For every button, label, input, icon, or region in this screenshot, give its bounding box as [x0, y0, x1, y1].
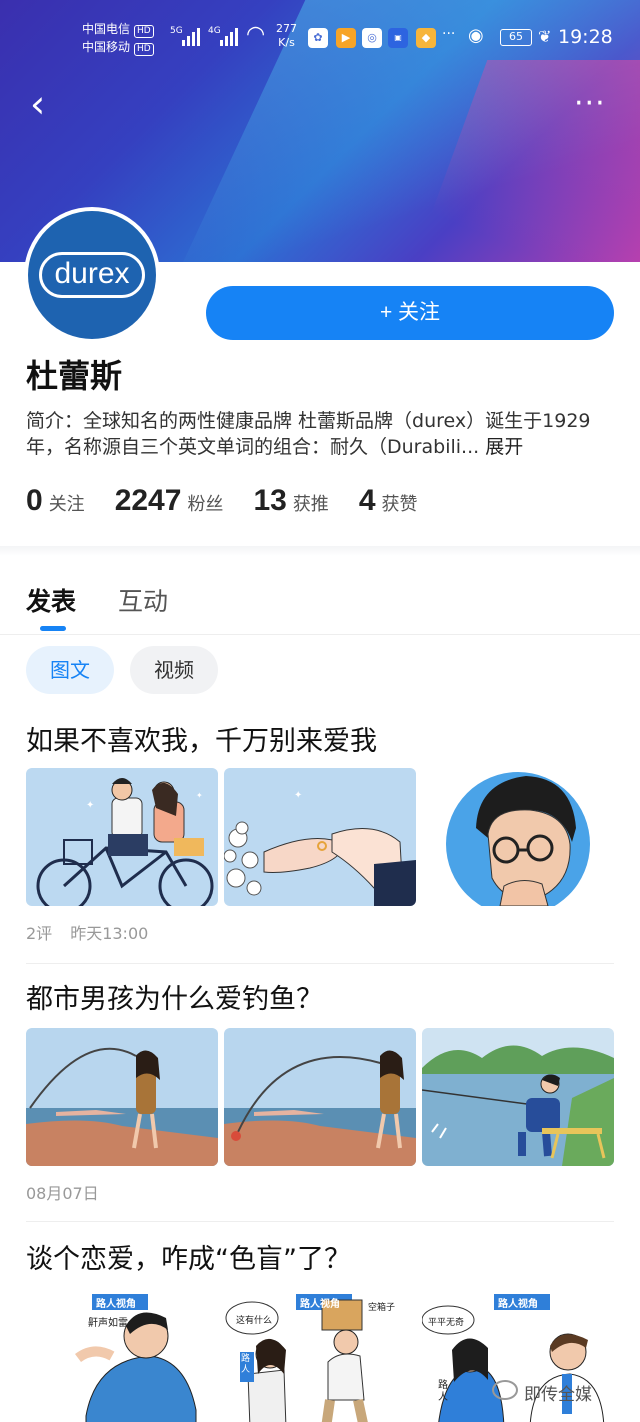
tab-interactions[interactable]: 互动	[118, 580, 168, 624]
post-image-man[interactable]	[422, 768, 614, 906]
network-type-1: 5G	[170, 26, 183, 36]
eye-comfort-icon: ◉	[468, 25, 484, 46]
post-title[interactable]: 谈个恋爱，咋成“色盲”了？	[26, 1240, 616, 1280]
carrier-2: 中国移动	[82, 40, 131, 54]
follow-button[interactable]: + 关注	[206, 286, 614, 340]
post-image-fishing-1[interactable]	[26, 1028, 218, 1166]
signal-icon	[182, 28, 200, 46]
svg-text:✦: ✦	[196, 791, 203, 800]
post-images	[26, 1028, 614, 1166]
post-image-fishing-2[interactable]	[224, 1028, 416, 1166]
content-tabs: 发表 互动	[26, 580, 168, 624]
wechat-icon	[492, 1380, 518, 1400]
svg-text:✦: ✦	[294, 790, 302, 801]
hd-badge: HD	[134, 25, 154, 38]
comic-bubble: 这有什么	[236, 1316, 273, 1326]
shield-app-icon: ◆	[416, 28, 436, 48]
status-bar: 中国电信 HD 中国移动 HD 5G 4G ◠ 277 K/s ✿ ▶ ◎ ▣ ◆ ·…	[82, 18, 618, 60]
tab-posts[interactable]: 发表	[26, 580, 76, 624]
post-meta: 2评 昨天13:00	[26, 920, 166, 944]
post-card[interactable]: 如果不喜欢我，千万别来爱我 ✦ ✦ ✦ 2评 昨天13:00	[26, 722, 616, 952]
comic-bubble: 空箱子	[368, 1303, 396, 1313]
tab-indicator	[40, 626, 66, 631]
svg-text:✦: ✦	[86, 800, 94, 811]
post-card[interactable]: 都市男孩为什么爱钓鱼？ 08月07日	[26, 980, 616, 1210]
post-time: 08月07日	[26, 1184, 99, 1203]
comic-tag: 路人视角	[96, 1299, 136, 1310]
signal-icon	[220, 28, 238, 46]
network-type-2: 4G	[208, 26, 221, 36]
durex-logo: durex	[28, 211, 156, 339]
back-button[interactable]: ‹	[30, 84, 66, 124]
post-title[interactable]: 如果不喜欢我，千万别来爱我	[26, 722, 616, 762]
profile-stats: 0 关注 2247 粉丝 13 获推 4 获赞	[26, 484, 448, 524]
comment-count: 2评	[26, 924, 53, 943]
post-meta: 08月07日	[26, 1180, 117, 1204]
network-speed: 277 K/s	[276, 22, 297, 49]
battery-icon: 65	[500, 29, 532, 46]
more-button[interactable]: ···	[574, 86, 614, 122]
more-icon: ···	[574, 86, 606, 121]
avatar[interactable]: durex	[24, 207, 160, 343]
watermark: 即传全媒	[524, 1385, 592, 1405]
carrier-1: 中国电信	[82, 22, 131, 36]
profile-name: 杜蕾斯	[26, 357, 123, 395]
back-icon: ‹	[30, 82, 46, 126]
post-image-hands[interactable]: ✦	[224, 768, 416, 906]
section-divider	[0, 546, 640, 556]
stat-likes[interactable]: 4 获赞	[359, 484, 418, 518]
comic-label: 路人	[438, 1380, 448, 1403]
carrier-info: 中国电信 HD 中国移动 HD	[82, 20, 154, 56]
bio-expand-link[interactable]: 展开	[485, 436, 523, 458]
clock: 19:28	[558, 26, 613, 48]
browser-app-icon: ◎	[362, 28, 382, 48]
post-images: ✦ ✦ ✦	[26, 768, 614, 906]
chip-image-text[interactable]: 图文	[26, 646, 114, 694]
comic-tag: 路人视角	[498, 1299, 538, 1310]
post-time: 昨天13:00	[70, 924, 149, 943]
video-app-icon: ▶	[336, 28, 356, 48]
comic-label: 路人	[241, 1354, 251, 1375]
comic-bubble: 鼾声如雷	[88, 1318, 128, 1329]
car-app-icon: ▣	[388, 28, 408, 48]
stat-fans[interactable]: 2247 粉丝	[115, 484, 224, 518]
filter-chips: 图文 视频	[26, 646, 218, 694]
post-image-comic-1[interactable]: 路人视角 鼾声如雷	[26, 1290, 218, 1422]
baidu-app-icon: ✿	[308, 28, 328, 48]
post-image-fishing-3[interactable]	[422, 1028, 614, 1166]
post-divider	[26, 963, 614, 964]
post-divider	[26, 1221, 614, 1222]
more-notifications-icon: ···	[442, 26, 456, 42]
post-title[interactable]: 都市男孩为什么爱钓鱼？	[26, 980, 616, 1020]
profile-bio: 简介：全球知名的两性健康品牌 杜蕾斯品牌（durex）诞生于1929年，名称源自…	[26, 408, 622, 460]
comic-bubble: 平平无奇	[428, 1318, 465, 1328]
stat-following[interactable]: 0 关注	[26, 484, 85, 518]
chip-video[interactable]: 视频	[130, 646, 218, 694]
comic-tag: 路人视角	[300, 1299, 340, 1310]
post-image-bicycle[interactable]: ✦ ✦	[26, 768, 218, 906]
stat-recommended[interactable]: 13 获推	[253, 484, 328, 518]
hd-badge: HD	[134, 43, 154, 56]
wifi-icon: ◠	[246, 22, 266, 47]
post-image-comic-2[interactable]: 路人视角 这有什么 空箱子 路人	[224, 1290, 416, 1422]
tab-divider	[0, 634, 640, 635]
leaf-icon: ❦	[538, 27, 552, 46]
